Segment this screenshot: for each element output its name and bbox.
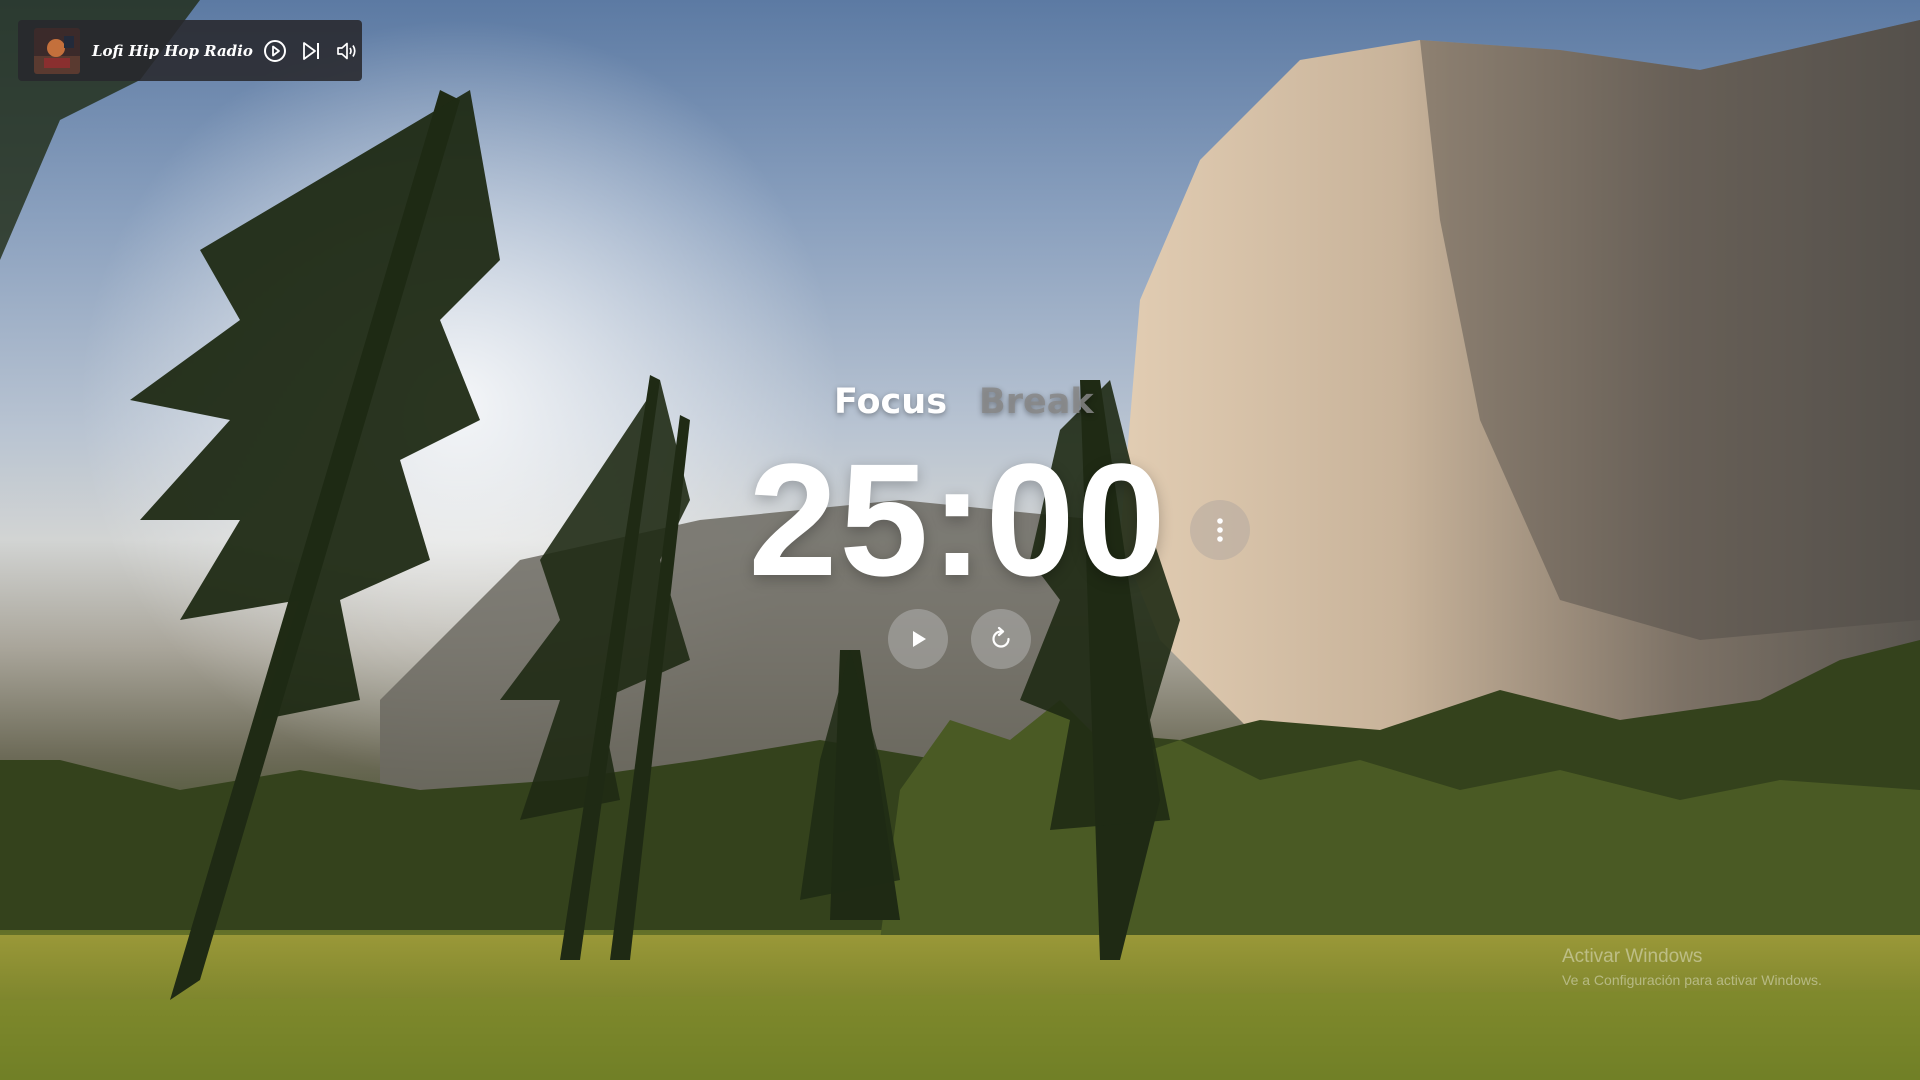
- volume-button[interactable]: [333, 37, 361, 65]
- album-cover-art: [34, 27, 80, 74]
- timer-mode-tabs: Focus Break: [834, 382, 1094, 422]
- windows-activation-watermark: Activar Windows Ve a Configuración para …: [1562, 946, 1822, 988]
- play-icon: [913, 631, 926, 647]
- play-circle-icon: [263, 39, 286, 62]
- music-player: Lofi Hip Hop Radio: [18, 20, 362, 81]
- skip-next-icon: [302, 41, 319, 60]
- timer-display: 25:00: [748, 430, 1168, 609]
- tab-focus[interactable]: Focus: [834, 382, 947, 422]
- speaker-volume-icon: [337, 42, 356, 59]
- tab-break[interactable]: Break: [979, 382, 1094, 422]
- skip-button[interactable]: [297, 37, 325, 65]
- station-name: Lofi Hip Hop Radio: [92, 41, 253, 60]
- refresh-icon: [992, 626, 1010, 648]
- watermark-title: Activar Windows: [1562, 946, 1703, 967]
- start-timer-button[interactable]: [888, 609, 948, 669]
- play-button[interactable]: [261, 37, 289, 65]
- vertical-dots-icon: [1217, 518, 1223, 542]
- album-cover[interactable]: [34, 27, 80, 74]
- watermark-subtitle: Ve a Configuración para activar Windows.: [1562, 972, 1822, 988]
- timer-options-button[interactable]: [1190, 500, 1250, 560]
- reset-timer-button[interactable]: [971, 609, 1031, 669]
